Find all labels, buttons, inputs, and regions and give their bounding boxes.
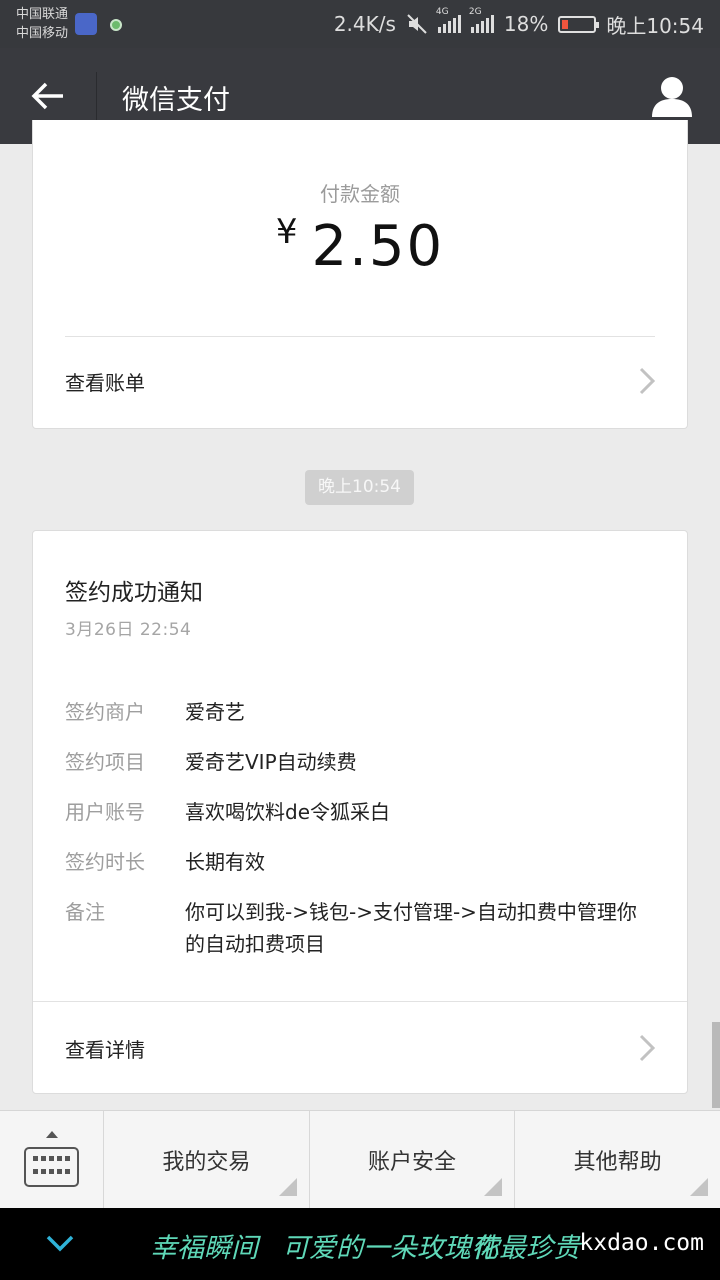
currency-symbol: ¥ bbox=[275, 212, 298, 252]
signal-2g-icon: 2G bbox=[469, 7, 494, 33]
field-value: 长期有效 bbox=[185, 850, 265, 874]
field-key: 签约项目 bbox=[65, 750, 145, 774]
carrier-1: 中国联通 bbox=[16, 7, 69, 22]
scrollbar[interactable] bbox=[712, 1022, 720, 1108]
decorative-text: 幸福瞬间 bbox=[150, 1232, 258, 1264]
field-account: 用户账号 喜欢喝饮料de令狐采白 bbox=[65, 796, 655, 828]
payment-amount-label: 付款金额 bbox=[320, 182, 400, 206]
payment-card: 付款金额 ¥2.50 查看账单 bbox=[32, 120, 688, 429]
network-speed: 2.4K/s bbox=[333, 12, 396, 36]
title-divider bbox=[96, 72, 97, 120]
net-2g-label: 2G bbox=[468, 7, 482, 17]
mute-icon bbox=[407, 14, 427, 34]
submenu-corner-icon bbox=[690, 1178, 709, 1196]
menu-label: 我的交易 bbox=[162, 1149, 251, 1175]
status-right: 2.4K/s 4G 2G 18% 晚上10:54 bbox=[333, 7, 704, 38]
page-title: 微信支付 bbox=[122, 85, 230, 116]
notice-title: 签约成功通知 bbox=[65, 580, 203, 606]
carrier-2: 中国移动 bbox=[16, 26, 69, 41]
field-key: 签约商户 bbox=[65, 700, 145, 724]
view-details-label: 查看详情 bbox=[65, 1037, 145, 1062]
net-4g-label: 4G bbox=[435, 7, 449, 17]
arrow-up-icon bbox=[46, 1131, 58, 1138]
signal-4g-icon: 4G bbox=[436, 7, 461, 33]
status-bar: 中国联通 中国移动 2.4K/s 4G 2G 18% 晚上10:54 bbox=[0, 0, 720, 48]
back-button[interactable] bbox=[20, 70, 76, 122]
field-key: 备注 bbox=[65, 900, 105, 924]
keyboard-toggle-button[interactable] bbox=[0, 1111, 104, 1208]
decorative-text: 可爱的一朵玫瑰花 bbox=[282, 1232, 498, 1264]
back-arrow-icon bbox=[31, 82, 63, 110]
notice-date: 3月26日 22:54 bbox=[65, 620, 192, 640]
menu-label: 账户安全 bbox=[368, 1149, 457, 1175]
user-profile-button[interactable] bbox=[646, 70, 698, 122]
clock: 晚上10:54 bbox=[606, 13, 704, 38]
collapse-button[interactable] bbox=[42, 1228, 78, 1258]
carrier-info: 中国联通 中国移动 bbox=[16, 5, 68, 43]
field-value: 你可以到我->钱包->支付管理->自动扣费中管理你的自动扣费项目 bbox=[185, 900, 637, 956]
decorative-text: 你最珍贵 bbox=[472, 1232, 580, 1264]
keyboard-icon bbox=[24, 1147, 79, 1187]
menu-other-help[interactable]: 其他帮助 bbox=[515, 1111, 720, 1208]
menu-account-security[interactable]: 账户安全 bbox=[310, 1111, 516, 1208]
message-time: 晚上10:54 bbox=[305, 470, 414, 505]
view-details-link[interactable]: 查看详情 bbox=[33, 1001, 687, 1095]
menu-label: 其他帮助 bbox=[573, 1149, 662, 1175]
notification-dot-icon bbox=[110, 19, 122, 31]
field-merchant: 签约商户 爱奇艺 bbox=[65, 696, 655, 728]
field-duration: 签约时长 长期有效 bbox=[65, 846, 655, 878]
chevron-right-icon bbox=[639, 1034, 655, 1062]
chevron-right-icon bbox=[639, 367, 655, 395]
submenu-corner-icon bbox=[484, 1178, 503, 1196]
chevron-down-icon bbox=[46, 1235, 74, 1252]
submenu-corner-icon bbox=[278, 1178, 297, 1196]
notice-card: 签约成功通知 3月26日 22:54 签约商户 爱奇艺 签约项目 爱奇艺VIP自… bbox=[32, 530, 688, 1094]
field-remark: 备注 你可以到我->钱包->支付管理->自动扣费中管理你的自动扣费项目 bbox=[65, 896, 655, 960]
field-project: 签约项目 爱奇艺VIP自动续费 bbox=[65, 746, 655, 778]
field-value: 爱奇艺 bbox=[185, 700, 245, 724]
payment-amount: ¥2.50 bbox=[33, 212, 687, 279]
watermark: kxdao.com bbox=[579, 1230, 704, 1256]
bottom-menu: 我的交易 账户安全 其他帮助 bbox=[0, 1110, 720, 1208]
menu-my-transactions[interactable]: 我的交易 bbox=[104, 1111, 310, 1208]
field-value: 爱奇艺VIP自动续费 bbox=[185, 750, 357, 774]
navigation-strip: 幸福瞬间 可爱的一朵玫瑰花 你最珍贵 kxdao.com bbox=[0, 1208, 720, 1280]
user-profile-icon bbox=[652, 77, 692, 117]
view-bill-link[interactable]: 查看账单 bbox=[33, 336, 687, 426]
battery-percent: 18% bbox=[503, 12, 549, 36]
field-key: 用户账号 bbox=[65, 800, 145, 824]
app-notification-icon bbox=[75, 13, 97, 35]
field-value: 喜欢喝饮料de令狐采白 bbox=[185, 800, 390, 824]
amount-value: 2.50 bbox=[311, 214, 445, 279]
field-key: 签约时长 bbox=[65, 850, 145, 874]
view-bill-label: 查看账单 bbox=[65, 370, 145, 395]
battery-icon bbox=[558, 15, 600, 33]
